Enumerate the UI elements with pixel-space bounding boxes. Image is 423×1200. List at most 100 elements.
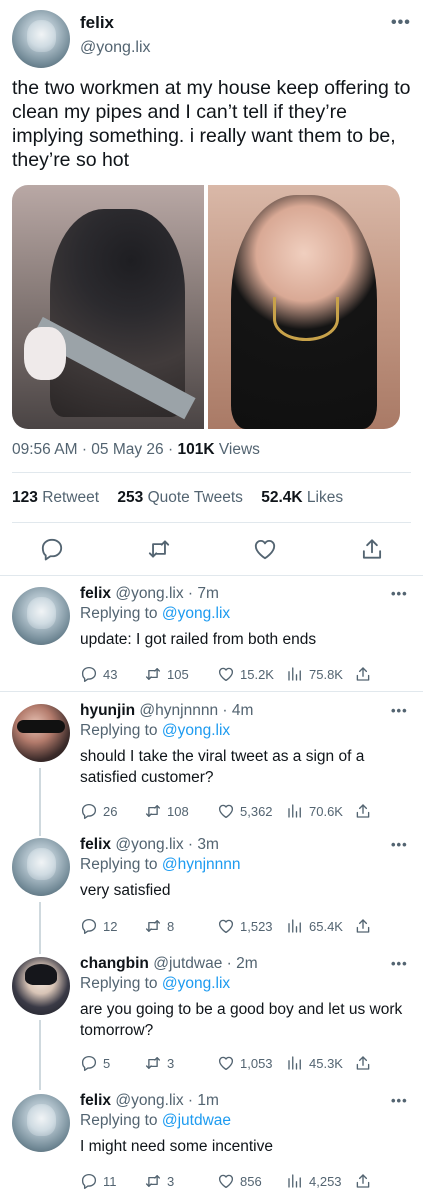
reply-tweet[interactable]: felix @yong.lix · 3m ••• Replying to @hy… bbox=[0, 831, 423, 941]
author-handle[interactable]: @yong.lix bbox=[115, 836, 183, 853]
more-horizontal-icon[interactable]: ••• bbox=[391, 586, 408, 601]
mention-link[interactable]: @hynjnnnn bbox=[162, 856, 241, 873]
like-icon[interactable] bbox=[252, 536, 278, 562]
divider bbox=[0, 691, 423, 692]
like-button[interactable]: 5,362 bbox=[217, 801, 273, 821]
avatar[interactable] bbox=[12, 957, 70, 1015]
views-icon bbox=[288, 1056, 301, 1070]
reply-author: felix @yong.lix · 7m bbox=[80, 585, 219, 602]
tweet-stats: 123 Retweet 253 Quote Tweets 52.4K Likes bbox=[12, 489, 357, 507]
more-horizontal-icon[interactable]: ••• bbox=[391, 837, 408, 852]
more-horizontal-icon[interactable]: ••• bbox=[391, 14, 411, 32]
mention-link[interactable]: @yong.lix bbox=[162, 605, 230, 622]
author-handle[interactable]: @yong.lix bbox=[115, 1092, 183, 1109]
avatar[interactable] bbox=[12, 704, 70, 762]
share-button[interactable] bbox=[354, 664, 372, 684]
reply-button[interactable]: 11 bbox=[80, 1171, 117, 1191]
author-name[interactable]: hyunjin bbox=[80, 702, 135, 719]
divider bbox=[0, 575, 423, 576]
share-button[interactable] bbox=[354, 801, 372, 821]
author-name[interactable]: felix bbox=[80, 13, 114, 33]
more-horizontal-icon[interactable]: ••• bbox=[391, 703, 408, 718]
reply-text: very satisfied bbox=[80, 882, 171, 899]
likes-stat[interactable]: 52.4K Likes bbox=[261, 489, 343, 506]
tweet-actions bbox=[0, 536, 423, 564]
like-button[interactable]: 15.2K bbox=[217, 664, 274, 684]
reply-icon[interactable] bbox=[39, 536, 65, 562]
like-icon bbox=[218, 1174, 234, 1189]
author-name[interactable]: changbin bbox=[80, 955, 149, 972]
share-icon bbox=[356, 667, 370, 681]
like-button[interactable]: 1,053 bbox=[217, 1053, 273, 1073]
retweet-button[interactable]: 108 bbox=[144, 801, 189, 821]
retweets-stat[interactable]: 123 Retweet bbox=[12, 489, 99, 506]
retweet-icon bbox=[145, 1057, 161, 1069]
quotes-stat[interactable]: 253 Quote Tweets bbox=[117, 489, 243, 506]
author-name[interactable]: felix bbox=[80, 585, 111, 602]
reply-actions: 11 3 856 4,253 bbox=[80, 1171, 410, 1191]
replying-to: Replying to @jutdwae bbox=[80, 1112, 232, 1129]
reply-tweet[interactable]: felix @yong.lix · 7m ••• Replying to @yo… bbox=[0, 580, 423, 687]
author-name[interactable]: felix bbox=[80, 1092, 111, 1109]
mention-link[interactable]: @yong.lix bbox=[162, 975, 230, 992]
reply-text: I might need some incentive bbox=[80, 1138, 273, 1155]
views-button[interactable]: 75.8K bbox=[286, 664, 343, 684]
avatar[interactable] bbox=[12, 838, 70, 896]
share-icon[interactable] bbox=[359, 536, 385, 562]
avatar[interactable] bbox=[12, 10, 70, 68]
reply-icon bbox=[81, 1173, 97, 1189]
more-horizontal-icon[interactable]: ••• bbox=[391, 1093, 408, 1108]
reply-tweet[interactable]: felix @yong.lix · 1m ••• Replying to @ju… bbox=[0, 1087, 423, 1200]
reply-tweet[interactable]: changbin @jutdwae · 2m ••• Replying to @… bbox=[0, 950, 423, 1080]
reply-time[interactable]: 7m bbox=[197, 585, 219, 602]
reply-button[interactable]: 43 bbox=[80, 664, 117, 684]
retweet-button[interactable]: 3 bbox=[144, 1171, 174, 1191]
avatar[interactable] bbox=[12, 587, 70, 645]
retweet-icon bbox=[145, 668, 161, 680]
reply-time[interactable]: 4m bbox=[232, 702, 254, 719]
share-button[interactable] bbox=[354, 916, 372, 936]
mention-link[interactable]: @yong.lix bbox=[162, 722, 230, 739]
reply-time[interactable]: 2m bbox=[236, 955, 258, 972]
retweet-button[interactable]: 8 bbox=[144, 916, 174, 936]
more-horizontal-icon[interactable]: ••• bbox=[391, 956, 408, 971]
replying-to: Replying to @yong.lix bbox=[80, 722, 231, 739]
share-icon bbox=[356, 1056, 370, 1070]
avatar[interactable] bbox=[12, 1094, 70, 1152]
tweet-media[interactable] bbox=[12, 185, 400, 429]
views-button[interactable]: 70.6K bbox=[286, 801, 343, 821]
divider bbox=[12, 472, 411, 473]
retweet-icon[interactable] bbox=[146, 536, 172, 562]
views-button[interactable]: 65.4K bbox=[286, 916, 343, 936]
tweet-time[interactable]: 09:56 AM bbox=[12, 441, 78, 458]
share-icon bbox=[356, 804, 370, 818]
like-button[interactable]: 1,523 bbox=[217, 916, 273, 936]
reply-tweet[interactable]: hyunjin @hynjnnnn · 4m ••• Replying to @… bbox=[0, 697, 423, 827]
like-button[interactable]: 856 bbox=[217, 1171, 262, 1191]
author-name[interactable]: felix bbox=[80, 836, 111, 853]
reply-time[interactable]: 3m bbox=[197, 836, 219, 853]
reply-text: should I take the viral tweet as a sign … bbox=[80, 748, 365, 786]
retweet-button[interactable]: 3 bbox=[144, 1053, 174, 1073]
views-button[interactable]: 45.3K bbox=[286, 1053, 343, 1073]
author-handle[interactable]: @yong.lix bbox=[80, 39, 151, 57]
tweet-text: the two workmen at my house keep offerin… bbox=[12, 77, 411, 171]
share-button[interactable] bbox=[354, 1053, 372, 1073]
tweet-photo[interactable] bbox=[12, 185, 204, 429]
views-icon bbox=[288, 1174, 301, 1188]
tweet-date[interactable]: 05 May 26 bbox=[91, 441, 163, 458]
share-button[interactable] bbox=[354, 1171, 372, 1191]
author-handle[interactable]: @yong.lix bbox=[115, 585, 183, 602]
reply-time[interactable]: 1m bbox=[197, 1092, 219, 1109]
tweet-photo[interactable] bbox=[208, 185, 400, 429]
retweet-icon bbox=[145, 920, 161, 932]
views-button[interactable]: 4,253 bbox=[286, 1171, 342, 1191]
mention-link[interactable]: @jutdwae bbox=[162, 1112, 231, 1129]
reply-button[interactable]: 12 bbox=[80, 916, 117, 936]
author-handle[interactable]: @jutdwae bbox=[153, 955, 222, 972]
reply-button[interactable]: 26 bbox=[80, 801, 117, 821]
reply-button[interactable]: 5 bbox=[80, 1053, 110, 1073]
reply-icon bbox=[81, 918, 97, 934]
retweet-button[interactable]: 105 bbox=[144, 664, 189, 684]
author-handle[interactable]: @hynjnnnn bbox=[139, 702, 218, 719]
